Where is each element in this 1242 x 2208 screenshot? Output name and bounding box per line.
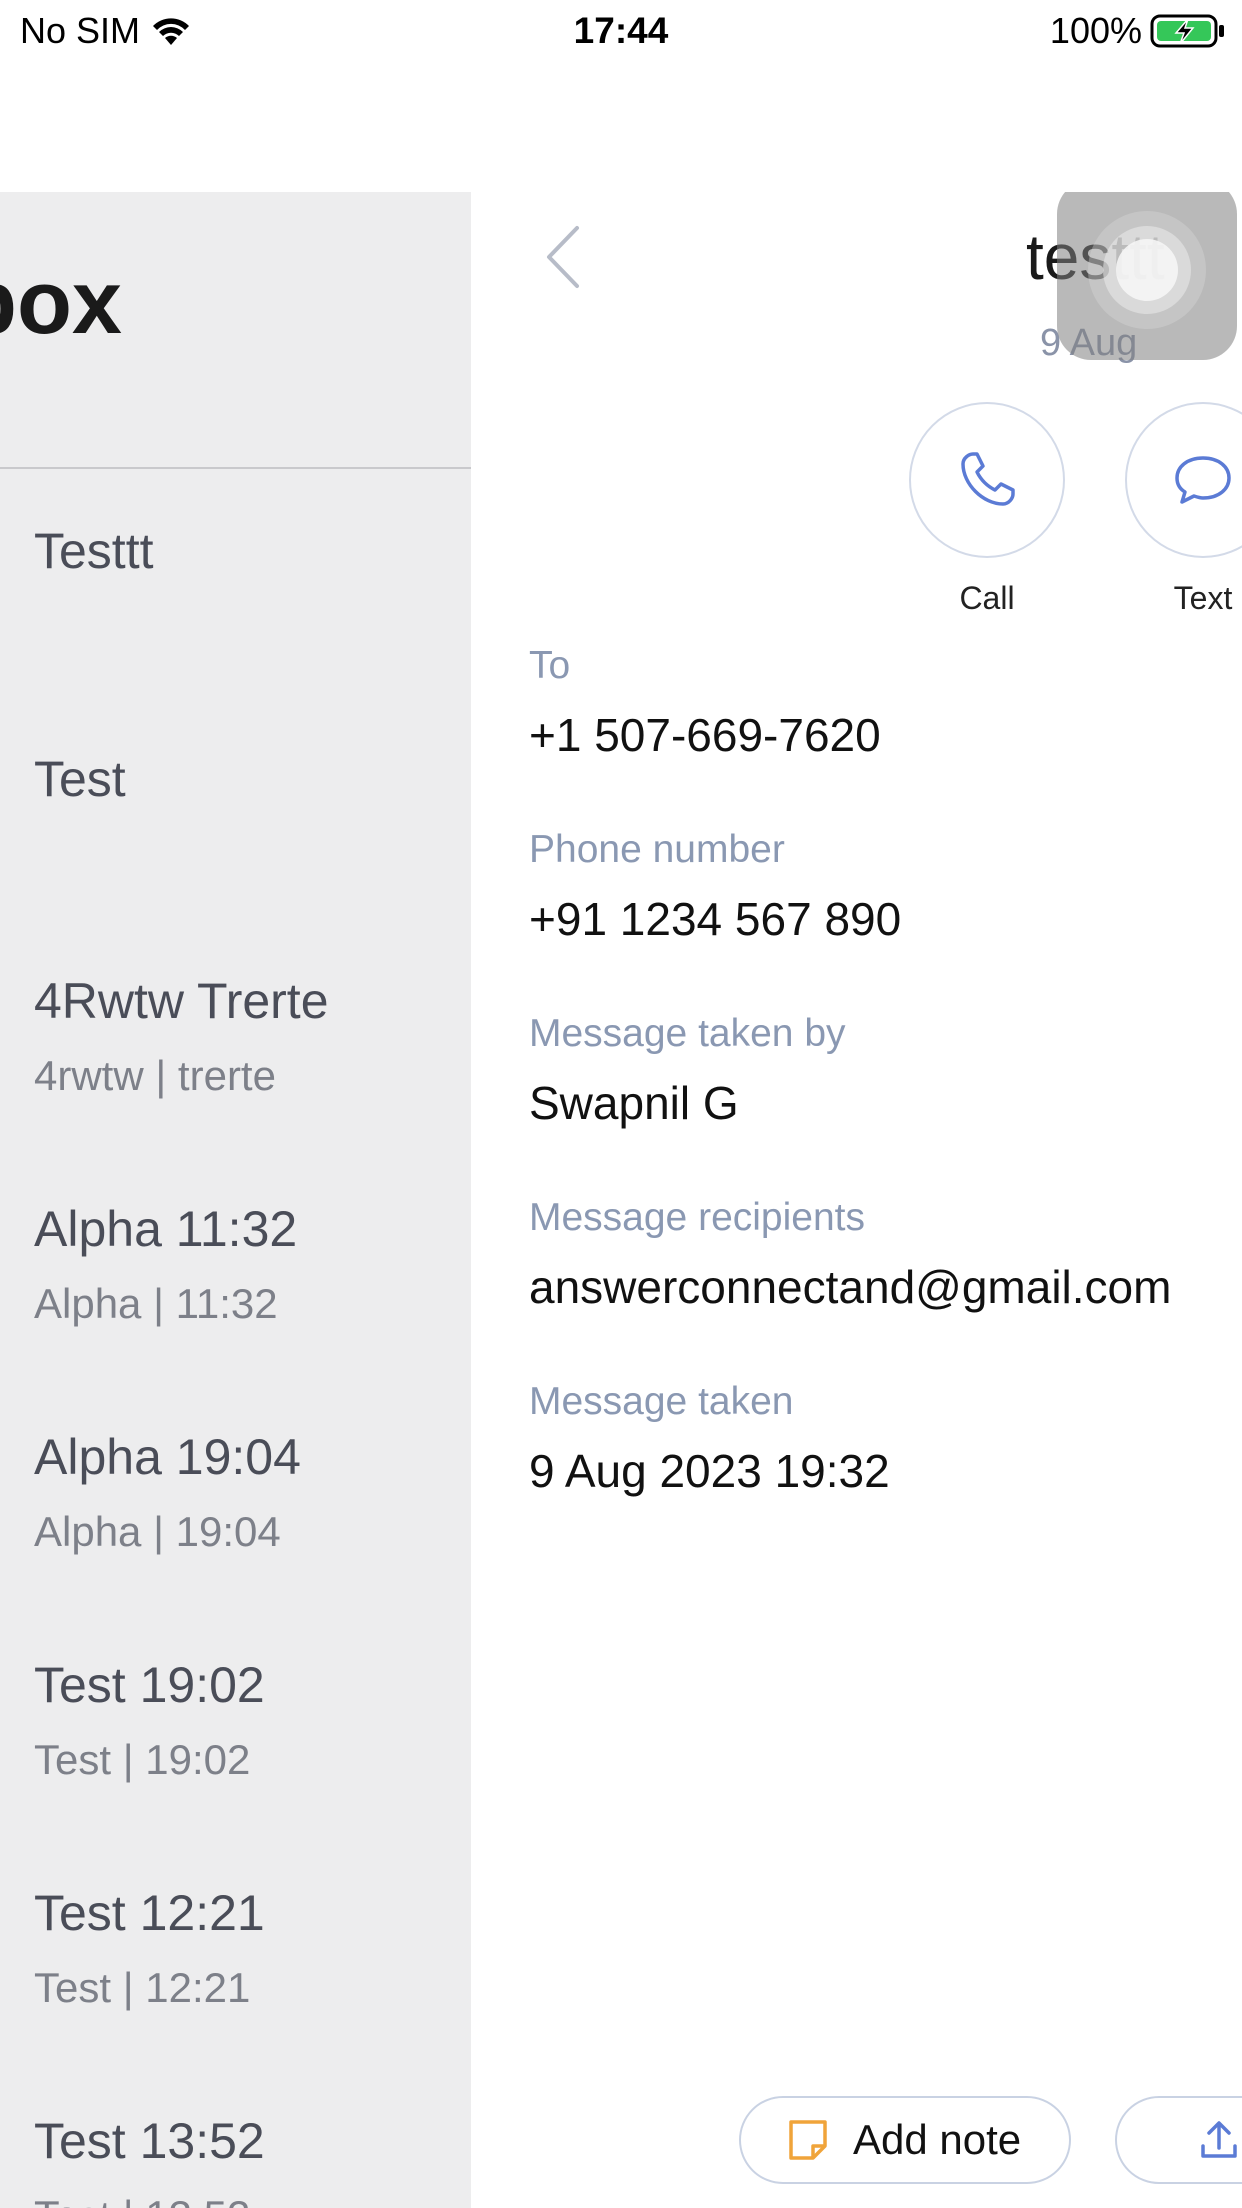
list-item-title: Test 19:02 [34,1657,265,1713]
list-item-title: 4Rwtw Trerte [34,973,329,1029]
list-item-title: Alpha 11:32 [34,1201,298,1257]
list-item-title: Alpha 19:04 [34,1429,301,1485]
list-item-subtitle: 4rwtw | trerte [34,1052,276,1099]
message-detail-pane: testtt 9 Aug Call Text To +1 507-669-762… [471,192,1242,2208]
assistive-touch-icon [1088,211,1206,329]
list-item[interactable]: Alpha 19:04 Alpha | 19:04 [34,1428,464,1556]
field-to: To +1 507-669-7620 [529,644,881,762]
note-icon [789,2120,827,2160]
list-item[interactable]: Testtt [34,522,464,580]
list-item[interactable]: 4Rwtw Trerte 4rwtw | trerte [34,972,464,1100]
field-message-taken: Message taken 9 Aug 2023 19:32 [529,1380,890,1498]
list-item-subtitle: Alpha | 19:04 [34,1508,281,1555]
back-chevron-icon [547,226,579,288]
field-value[interactable]: +91 1234 567 890 [529,892,901,946]
field-value: 9 Aug 2023 19:32 [529,1445,890,1497]
text-label: Text [1173,580,1233,616]
text-action[interactable]: Text [1125,402,1242,617]
list-item[interactable]: Alpha 11:32 Alpha | 11:32 [34,1200,464,1328]
list-item-title: Test 12:21 [34,1885,265,1941]
share-button[interactable] [1115,2096,1242,2184]
field-phone-number: Phone number +91 1234 567 890 [529,828,901,946]
back-button[interactable] [539,222,585,292]
list-item[interactable]: Test [34,750,464,808]
call-action[interactable]: Call [909,402,1065,617]
list-item-subtitle: Test | 12:21 [34,1964,251,2011]
field-label: Message recipients [529,1196,865,1239]
inbox-divider [0,467,471,469]
field-value: Swapnil G [529,1077,739,1129]
share-icon [1201,2121,1237,2158]
text-button[interactable] [1125,402,1242,558]
inbox-pane: Inbox Testtt Test 4Rwtw Trerte 4rwtw | t… [0,192,471,2208]
field-label: To [529,644,571,687]
field-label: Message taken [529,1380,794,1423]
list-item-title: Test 13:52 [34,2113,265,2169]
chat-bubble-icon [1175,456,1231,504]
battery-indicator: 100% [1050,10,1226,52]
inbox-title: Inbox [0,253,122,353]
battery-charging-icon [1150,14,1224,48]
status-bar: No SIM 17:44 100% [0,0,1242,62]
field-label: Phone number [529,828,785,871]
call-button[interactable] [909,402,1065,558]
list-item-subtitle: Test | 19:02 [34,1736,251,1783]
add-note-label: Add note [853,2116,1022,2163]
field-value[interactable]: answerconnectand@gmail.com [529,1260,1171,1314]
field-message-recipients: Message recipients answerconnectand@gmai… [529,1196,1171,1314]
battery-percent: 100% [1049,10,1142,51]
field-label: Message taken by [529,1012,846,1055]
field-message-taken-by: Message taken by Swapnil G [529,1012,846,1130]
list-item[interactable]: Test 19:02 Test | 19:02 [34,1656,464,1784]
list-item-subtitle: Test | 13:52 [34,2192,464,2208]
list-item-title: Test [34,751,126,807]
add-note-button[interactable]: Add note [739,2096,1071,2184]
field-value[interactable]: +1 507-669-7620 [529,708,881,762]
list-item-title: Testtt [34,523,154,579]
list-item[interactable]: Test 12:21 Test | 12:21 [34,1884,464,2012]
phone-icon [961,452,1015,506]
list-item-subtitle: Alpha | 11:32 [34,1280,278,1327]
assistive-touch-button[interactable] [1057,192,1237,360]
list-item[interactable]: Test 13:52 Test | 13:52 [34,2112,464,2208]
call-label: Call [959,580,1015,616]
